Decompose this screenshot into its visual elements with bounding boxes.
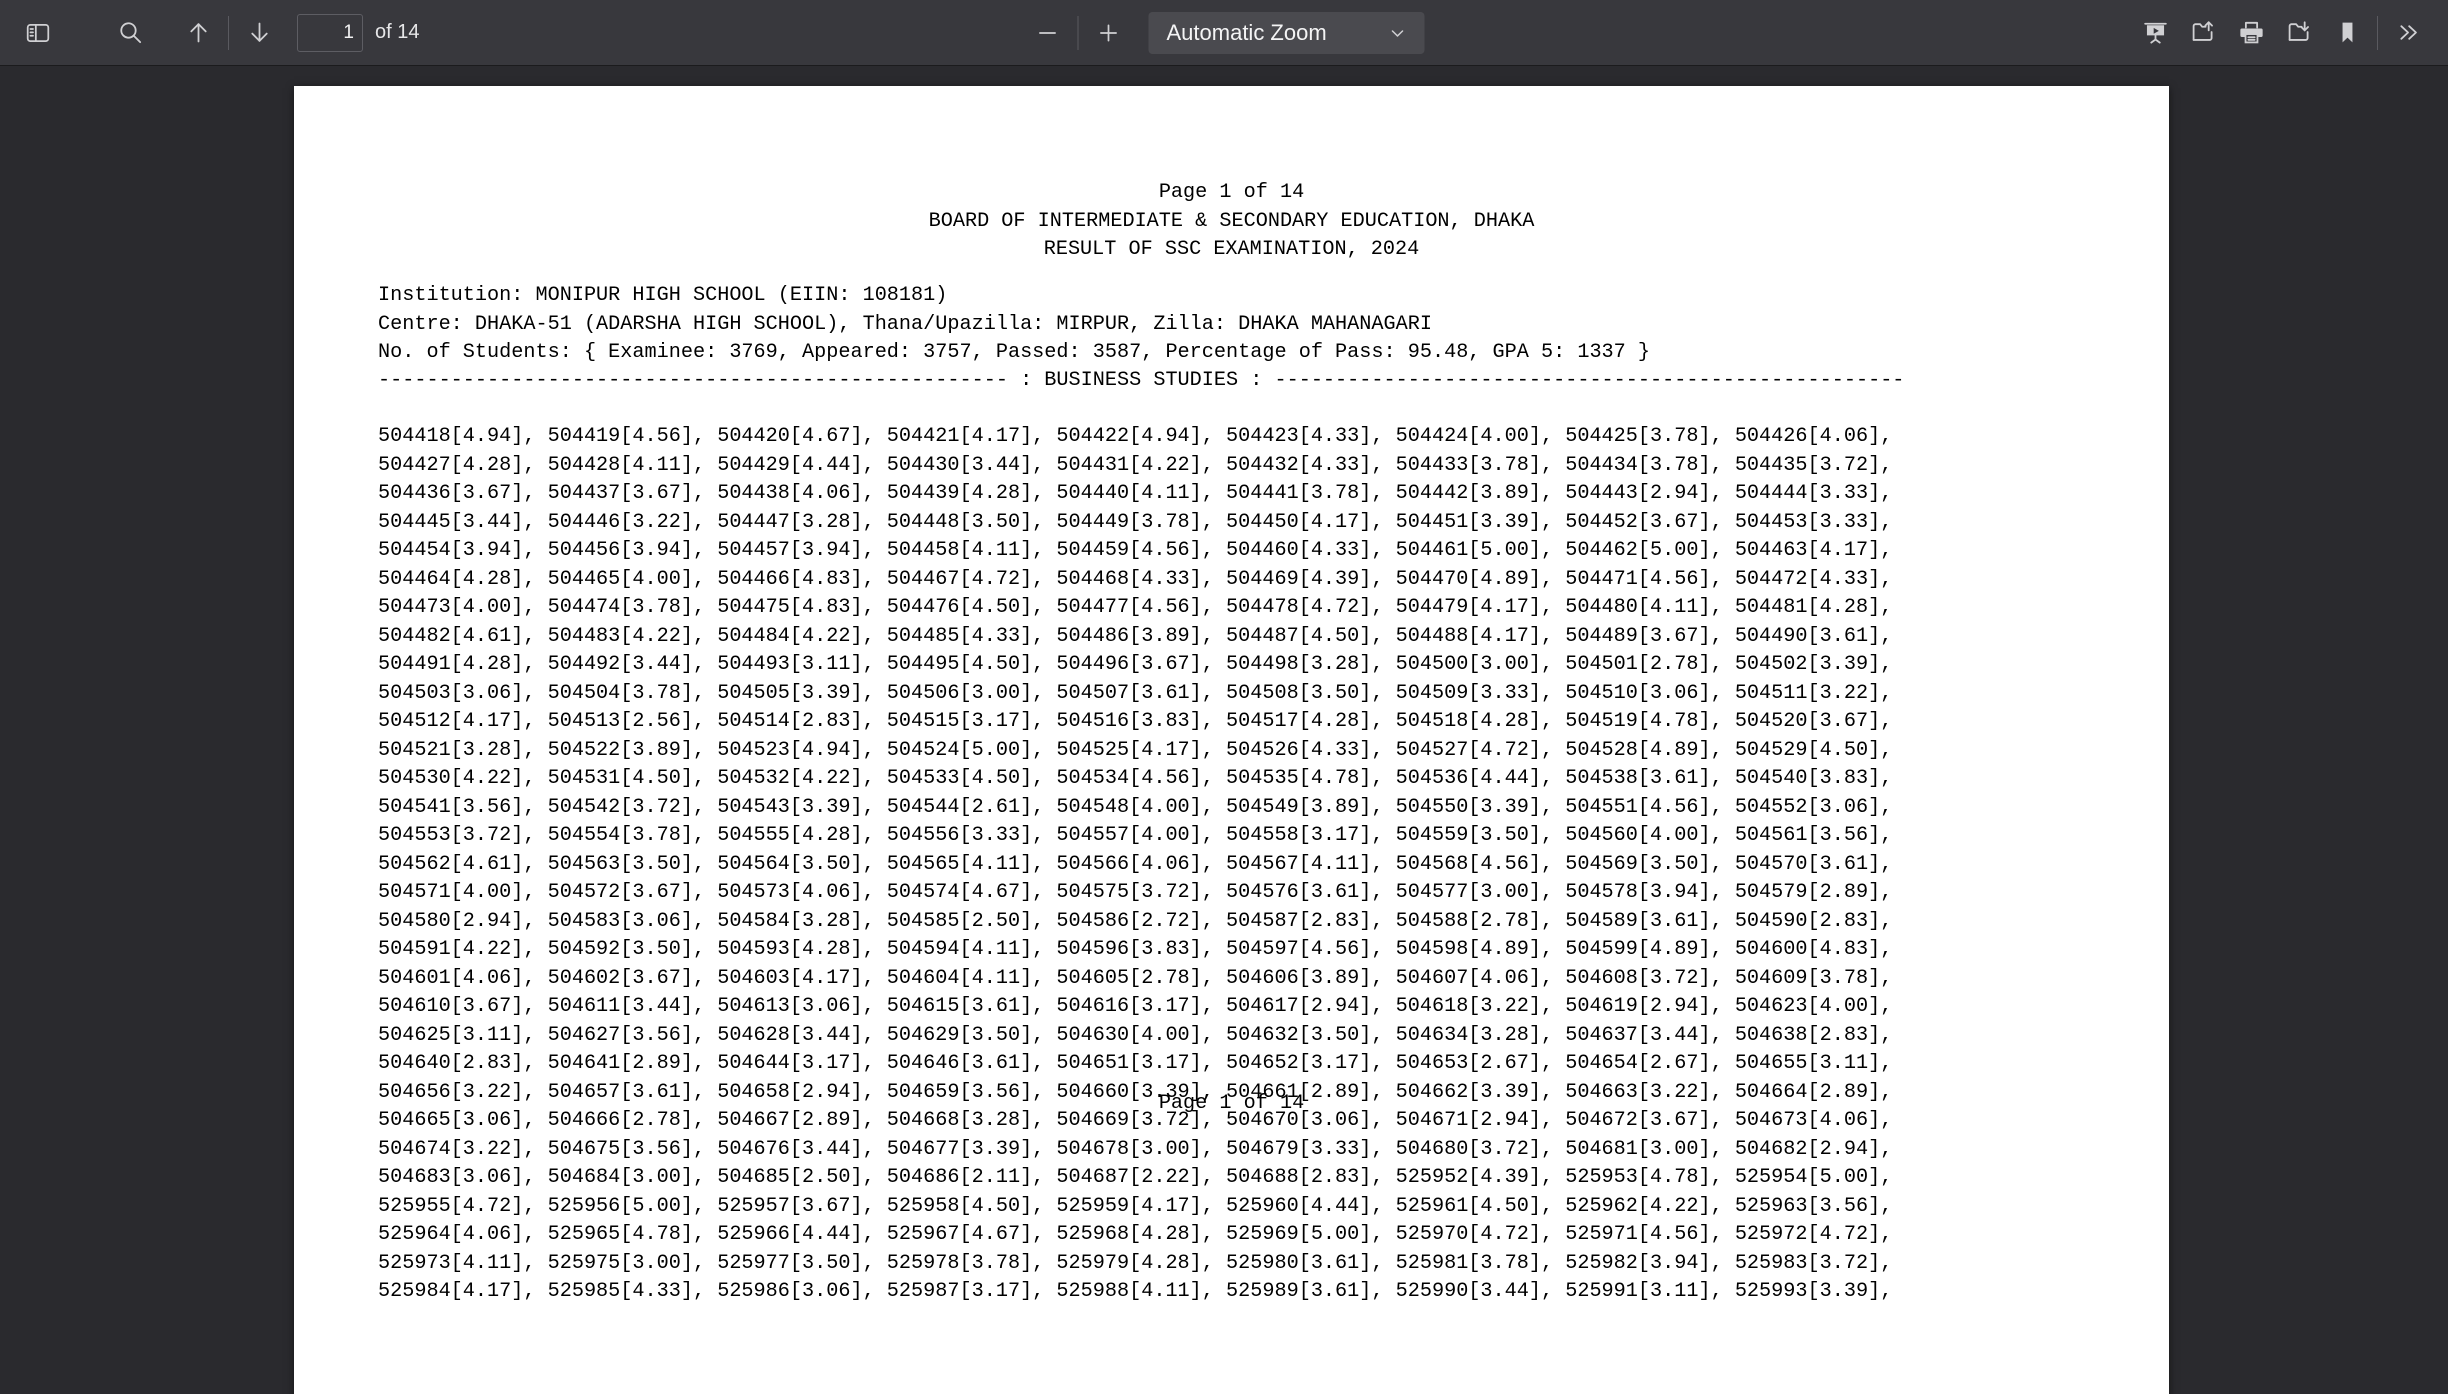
zoom-out-button[interactable]: [1024, 9, 1072, 57]
previous-page-button[interactable]: [174, 9, 222, 57]
print-icon: [2238, 19, 2265, 46]
toolbar-left-group: of 14: [0, 0, 419, 65]
print-button[interactable]: [2227, 9, 2275, 57]
result-line: 504436[3.67], 504437[3.67], 504438[4.06]…: [378, 482, 1893, 505]
pdf-page-1: Page 1 of 14 BOARD OF INTERMEDIATE & SEC…: [294, 86, 2169, 1394]
open-file-icon: [2190, 19, 2217, 46]
result-line: 504580[2.94], 504583[3.06], 504584[3.28]…: [378, 909, 1893, 933]
double-chevron-right-icon: [2395, 19, 2422, 46]
next-page-button[interactable]: [235, 9, 283, 57]
result-line: 525964[4.06], 525965[4.78], 525966[4.44]…: [378, 1223, 1893, 1246]
search-icon: [117, 19, 144, 46]
result-line: 504454[3.94], 504456[3.94], 504457[3.94]…: [378, 539, 1893, 562]
result-line: 504512[4.17], 504513[2.56], 504514[2.83]…: [378, 710, 1893, 733]
toolbar-divider-1: [228, 15, 229, 50]
download-icon: [2286, 19, 2313, 46]
toolbar-divider-3: [2377, 15, 2378, 50]
result-line: 504541[3.56], 504542[3.72], 504543[3.39]…: [378, 795, 1893, 819]
result-line: 504503[3.06], 504504[3.78], 504505[3.39]…: [378, 681, 1893, 705]
group-separator-line: ----------------------------------------…: [378, 367, 1904, 396]
arrow-down-icon: [246, 19, 273, 46]
presentation-icon: [2142, 19, 2169, 46]
toolbar-divider-2: [1077, 15, 1079, 50]
document-header: Page 1 of 14 BOARD OF INTERMEDIATE & SEC…: [294, 179, 2169, 265]
sidebar-toggle-button[interactable]: [14, 9, 62, 57]
search-button[interactable]: [106, 9, 154, 57]
page-number-input[interactable]: [297, 13, 363, 52]
result-line: 504473[4.00], 504474[3.78], 504475[4.83]…: [378, 596, 1893, 619]
pdf-viewer-container[interactable]: Page 1 of 14 BOARD OF INTERMEDIATE & SEC…: [0, 66, 2448, 1394]
sidebar-icon: [25, 20, 51, 46]
board-title-line: BOARD OF INTERMEDIATE & SECONDARY EDUCAT…: [928, 209, 1535, 233]
result-line: 504571[4.00], 504572[3.67], 504573[4.06]…: [378, 881, 1893, 904]
minus-icon: [1035, 20, 1061, 46]
bookmark-button[interactable]: [2323, 9, 2371, 57]
toolbar-right-group: [2131, 0, 2432, 65]
arrow-up-icon: [185, 19, 212, 46]
result-title-line: RESULT OF SSC EXAMINATION, 2024: [1043, 238, 1420, 261]
result-roll-list: 504418[4.94], 504419[4.56], 504420[4.67]…: [378, 423, 1892, 1307]
presentation-mode-button[interactable]: [2131, 9, 2179, 57]
result-line: 525973[4.11], 525975[3.00], 525977[3.50]…: [378, 1251, 1893, 1275]
institution-line: Institution: MONIPUR HIGH SCHOOL (EIIN: …: [378, 284, 948, 307]
more-tools-button[interactable]: [2384, 9, 2432, 57]
result-line: 504521[3.28], 504522[3.89], 504523[4.94]…: [378, 738, 1893, 762]
save-button[interactable]: [2275, 9, 2323, 57]
centre-line: Centre: DHAKA-51 (ADARSHA HIGH SCHOOL), …: [378, 312, 1432, 336]
result-line: 504562[4.61], 504563[3.50], 504564[3.50]…: [378, 852, 1893, 876]
page-count-label: of 14: [375, 21, 420, 43]
zoom-select-label: Automatic Zoom: [1166, 19, 1327, 45]
chevron-down-icon: [1387, 22, 1409, 44]
result-line: 504427[4.28], 504428[4.11], 504429[4.44]…: [378, 453, 1893, 477]
result-line: 525955[4.72], 525956[5.00], 525957[3.67]…: [378, 1194, 1893, 1218]
result-line: 504591[4.22], 504592[3.50], 504593[4.28]…: [378, 938, 1893, 961]
zoom-in-button[interactable]: [1085, 9, 1133, 57]
bookmark-icon: [2334, 19, 2361, 46]
plus-icon: [1096, 20, 1122, 46]
result-line: 504464[4.28], 504465[4.00], 504466[4.83]…: [378, 567, 1893, 591]
open-file-button[interactable]: [2179, 9, 2227, 57]
result-line: 504491[4.28], 504492[3.44], 504493[3.11]…: [378, 653, 1893, 676]
result-line: 504640[2.83], 504641[2.89], 504644[3.17]…: [378, 1052, 1893, 1075]
toolbar-center-group: Automatic Zoom: [1024, 0, 1425, 65]
result-line: 504445[3.44], 504446[3.22], 504447[3.28]…: [378, 510, 1893, 534]
result-line: 504553[3.72], 504554[3.78], 504555[4.28]…: [378, 824, 1893, 847]
result-line: 504418[4.94], 504419[4.56], 504420[4.67]…: [378, 425, 1893, 448]
result-line: 504482[4.61], 504483[4.22], 504484[4.22]…: [378, 624, 1893, 648]
result-line: 504625[3.11], 504627[3.56], 504628[3.44]…: [378, 1023, 1893, 1047]
result-line: 504530[4.22], 504531[4.50], 504532[4.22]…: [378, 767, 1893, 790]
result-line: 504683[3.06], 504684[3.00], 504685[2.50]…: [378, 1166, 1893, 1189]
page-header-line: Page 1 of 14: [1158, 181, 1305, 204]
zoom-select[interactable]: Automatic Zoom: [1148, 11, 1425, 54]
result-line: 525984[4.17], 525985[4.33], 525986[3.06]…: [378, 1280, 1893, 1303]
result-line: 504610[3.67], 504611[3.44], 504613[3.06]…: [378, 995, 1893, 1018]
result-line: 504674[3.22], 504675[3.56], 504676[3.44]…: [378, 1137, 1893, 1161]
group-separator-text: ----------------------------------------…: [378, 369, 1905, 392]
result-line: 504601[4.06], 504602[3.67], 504603[4.17]…: [378, 966, 1893, 990]
pdf-toolbar: of 14 Automatic Zoom: [0, 0, 2448, 66]
students-stats-line: No. of Students: { Examinee: 3769, Appea…: [378, 341, 1651, 364]
page-footer-line: Page 1 of 14: [1158, 1092, 1305, 1115]
document-info-block: Institution: MONIPUR HIGH SCHOOL (EIIN: …: [378, 282, 1650, 368]
document-footer: Page 1 of 14: [294, 1090, 2169, 1119]
